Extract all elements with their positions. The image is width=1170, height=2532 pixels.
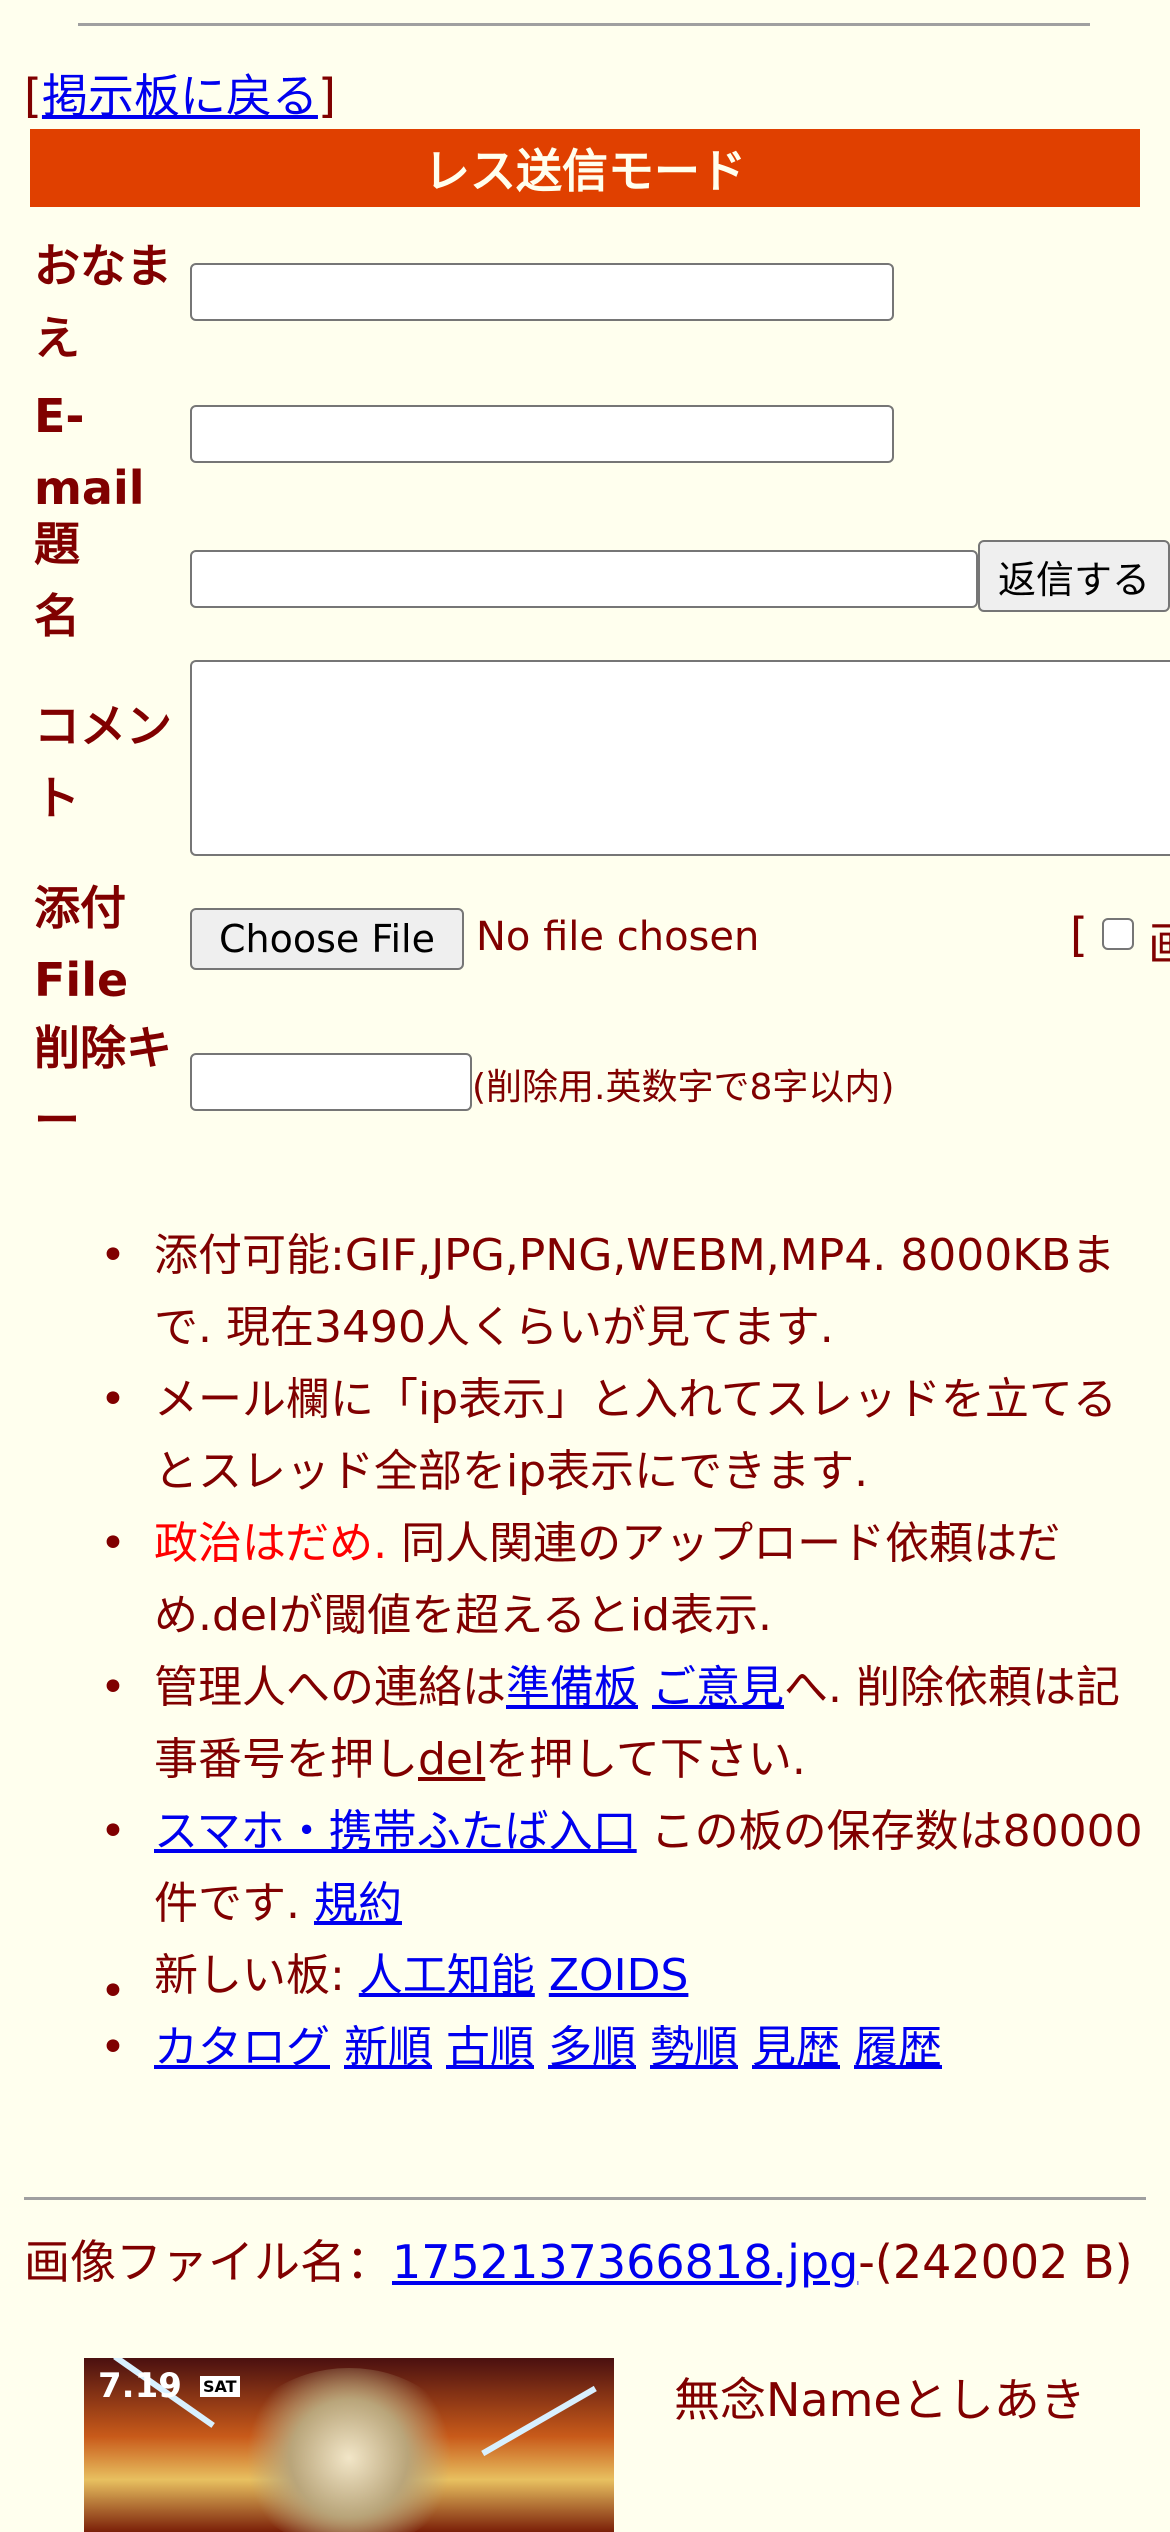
ip-display-info-text: メール欄に「ip表示」と入れてスレッドを立てるとスレッド全部をip表示にできます… (154, 1374, 1117, 1497)
bullet: • (100, 1662, 126, 1713)
terms-link[interactable]: 規約 (314, 1878, 402, 1929)
politics-warning: 政治はだめ. (154, 1518, 388, 1569)
file-name-prefix: 画像ファイル名： (24, 2235, 392, 2289)
no-file-chosen-text: No file chosen (476, 914, 760, 960)
back-nav: [掲示板に戻る] (24, 60, 336, 126)
mobile-entrance-link[interactable]: スマホ・携帯ふたば入口 (154, 1806, 637, 1857)
new-boards-label: 新しい板: (154, 1950, 359, 2001)
reply-mode-banner: レス送信モード (30, 129, 1140, 207)
prep-board-link[interactable]: 準備板 (506, 1662, 638, 1713)
sort-oldest-link[interactable]: 古順 (446, 2022, 534, 2073)
feedback-link[interactable]: ご意見 (652, 1662, 784, 1713)
delete-key-label-line1: 削除キ (34, 1021, 172, 1075)
delete-key-label-line2: ー (34, 1093, 80, 1147)
thumbnail-date-text: 7.19 (98, 2366, 182, 2406)
extra-option-checkbox[interactable] (1102, 918, 1134, 950)
delete-key-hint: (削除用.英数字で8字以内) (472, 1067, 895, 1108)
list-item: • 添付可能:GIF,JPG,PNG,WEBM,MP4. 8000KBまで. 現在… (0, 1220, 1170, 1364)
list-item: • 新しい板: 人工知能 ZOIDS (0, 1940, 1170, 2017)
thread-divider (24, 2197, 1146, 2200)
post-name-line: 無念Nameとしあき (674, 2373, 1086, 2427)
thumbnail-figure (234, 2368, 464, 2532)
sort-momentum-link[interactable]: 勢順 (650, 2022, 738, 2073)
subject-label: 題名 (34, 517, 80, 643)
list-item: • スマホ・携帯ふたば入口 この板の保存数は80000件です. 規約 (0, 1796, 1170, 1940)
choose-file-button[interactable]: Choose File (190, 908, 464, 970)
list-item: • カタログ 新順 古順 多順 勢順 見歴 履歴 (0, 2012, 1170, 2084)
list-item: • メール欄に「ip表示」と入れてスレッドを立てるとスレッド全部をip表示にできま… (0, 1364, 1170, 1508)
del-link[interactable]: del (418, 1734, 485, 1785)
bullet: • (100, 1230, 126, 1281)
delete-request-text-end: を押して下さい. (485, 1734, 806, 1785)
reply-submit-button[interactable]: 返信する (978, 540, 1170, 612)
thumbnail-lightning (481, 2385, 597, 2457)
extra-option-label: 画 (1148, 908, 1170, 974)
email-label: E-mail (34, 389, 145, 515)
attach-label-line2: File (34, 953, 129, 1007)
comment-label: コメント (34, 699, 172, 825)
zoids-board-link[interactable]: ZOIDS (549, 1950, 689, 2001)
bullet: • (100, 2022, 126, 2073)
history-link[interactable]: 履歴 (854, 2022, 942, 2073)
extra-option-bracket: [ (1070, 908, 1088, 962)
back-close-bracket: ] (317, 69, 336, 123)
back-open-bracket: [ (24, 69, 42, 123)
viewed-history-link[interactable]: 見歴 (752, 2022, 840, 2073)
file-size-text: -(242002 B) (858, 2235, 1133, 2289)
image-file-link[interactable]: 1752137366818.jpg (392, 2235, 858, 2289)
attach-label-line1: 添付 (34, 881, 126, 935)
comment-textarea[interactable] (190, 660, 1170, 856)
bullet: • (100, 1806, 126, 1857)
attach-info-text: 添付可能:GIF,JPG,PNG,WEBM,MP4. 8000KBまで. 現在3… (154, 1230, 1116, 1353)
list-item: • 政治はだめ. 同人関連のアップロード依頼はだめ.delが閾値を超えるとid表示… (0, 1508, 1170, 1652)
subject-input[interactable] (190, 550, 978, 608)
contact-text: 管理人への連絡は (154, 1662, 506, 1713)
sort-newest-link[interactable]: 新順 (344, 2022, 432, 2073)
thumbnail-day-text: SAT (200, 2376, 240, 2397)
delete-key-label: 削除キ ー (34, 1012, 172, 1156)
board-notes-list: • 添付可能:GIF,JPG,PNG,WEBM,MP4. 8000KBまで. 現在… (0, 1220, 1170, 2084)
post-thumbnail-image[interactable]: 7.19 SAT (84, 2358, 614, 2532)
sort-most-link[interactable]: 多順 (548, 2022, 636, 2073)
catalog-link[interactable]: カタログ (154, 2022, 330, 2073)
name-label: おなまえ (34, 239, 172, 365)
attach-label: 添付 File (34, 872, 128, 1016)
top-divider (78, 23, 1090, 26)
back-to-board-link[interactable]: 掲示板に戻る (42, 69, 318, 123)
ai-board-link[interactable]: 人工知能 (359, 1950, 535, 2001)
name-input[interactable] (190, 263, 894, 321)
delete-key-input[interactable] (190, 1053, 472, 1111)
bullet: • (100, 1374, 126, 1425)
bullet: • (100, 1518, 126, 1569)
email-input[interactable] (190, 405, 894, 463)
list-item: • 管理人への連絡は準備板 ご意見へ. 削除依頼は記事番号を押しdelを押して下さ… (0, 1652, 1170, 1796)
post-file-info: 画像ファイル名：1752137366818.jpg-(242002 B) (24, 2232, 1154, 2292)
